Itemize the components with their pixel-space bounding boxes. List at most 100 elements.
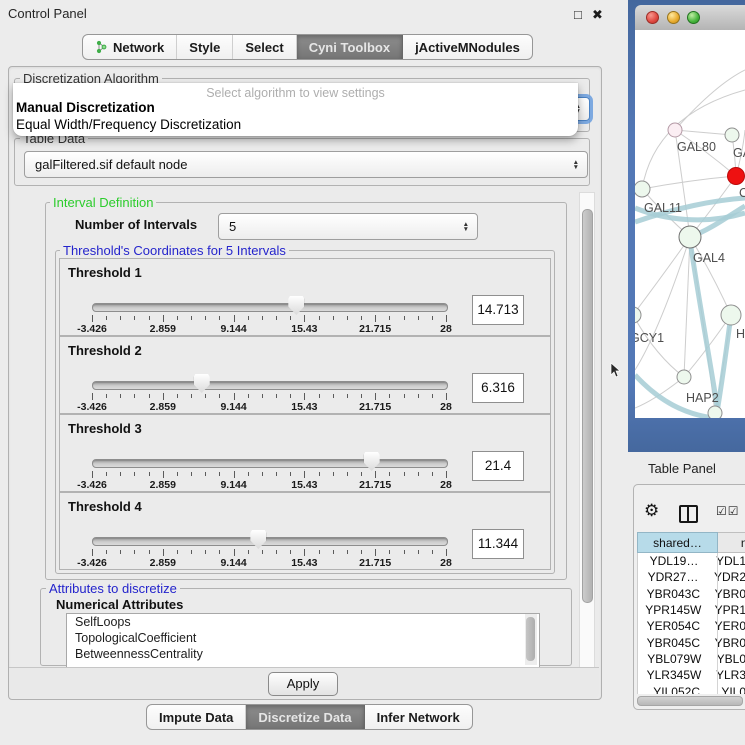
cell-shared-name[interactable]: YIL052C: [638, 685, 715, 694]
threshold-slider-track[interactable]: [92, 381, 448, 390]
network-node[interactable]: [668, 123, 682, 137]
network-edge[interactable]: [675, 70, 745, 130]
axis-tick-label: 21.715: [343, 323, 407, 335]
cell-name[interactable]: YBL0: [711, 652, 745, 666]
network-edge[interactable]: [635, 315, 684, 377]
network-edge[interactable]: [635, 237, 690, 315]
table-horizontal-scrollbar[interactable]: [637, 696, 743, 706]
threshold-slider-track[interactable]: [92, 537, 448, 546]
threshold-slider-thumb[interactable]: [288, 296, 304, 315]
threshold-slider-thumb[interactable]: [364, 452, 380, 471]
network-canvas[interactable]: GAL80GACGAL11GAL4GCY1HHAP2: [635, 30, 745, 418]
attributes-list-scrollbar-thumb[interactable]: [526, 617, 535, 661]
dropdown-option-manual[interactable]: Manual Discretization: [13, 100, 578, 117]
network-node[interactable]: [708, 406, 722, 418]
network-graph[interactable]: GAL80GACGAL11GAL4GCY1HHAP2: [635, 30, 745, 418]
table-row[interactable]: YDR27…YDR2: [638, 569, 745, 585]
tab-label: Cyni Toolbox: [309, 40, 390, 55]
axis-tick-label: -3.426: [60, 401, 124, 413]
tab-style[interactable]: Style: [177, 35, 233, 59]
number-of-intervals-combobox[interactable]: 5 ▲▼: [218, 213, 478, 240]
minimize-window-button[interactable]: [667, 11, 680, 24]
column-header-name[interactable]: na: [718, 532, 745, 553]
numerical-attributes-list[interactable]: SelfLoopsTopologicalCoefficientBetweenne…: [66, 613, 540, 668]
network-edge[interactable]: [635, 237, 690, 370]
checkbox-icons[interactable]: ☑☑: [716, 504, 740, 518]
cell-name[interactable]: YLR3: [710, 668, 745, 682]
cell-name[interactable]: YDL1: [710, 554, 745, 568]
network-edge[interactable]: [675, 130, 732, 135]
network-node[interactable]: [635, 307, 641, 323]
gear-icon[interactable]: ⚙: [644, 501, 659, 521]
threshold-value-field[interactable]: 21.4: [472, 451, 524, 481]
tab-cyni-toolbox[interactable]: Cyni Toolbox: [297, 35, 403, 59]
network-node[interactable]: [728, 168, 745, 185]
network-node-label: HAP2: [686, 391, 719, 405]
tab-network[interactable]: Network: [83, 35, 177, 59]
network-edge[interactable]: [642, 176, 736, 189]
attributes-list-scrollbar[interactable]: [525, 614, 537, 665]
threshold-value-field[interactable]: 6.316: [472, 373, 524, 403]
tab-jactivemnodules[interactable]: jActiveMNodules: [403, 35, 532, 59]
float-panel-icon[interactable]: □: [574, 7, 582, 22]
network-node[interactable]: [677, 370, 691, 384]
cell-shared-name[interactable]: YBR045C: [638, 636, 709, 650]
cell-shared-name[interactable]: YER054C: [638, 619, 709, 633]
zoom-window-button[interactable]: [687, 11, 700, 24]
threshold-slider-thumb[interactable]: [250, 530, 266, 549]
axis-tick-label: 21.715: [343, 479, 407, 491]
cell-shared-name[interactable]: YLR345W: [638, 668, 710, 682]
stepper-icon: ▲▼: [463, 222, 469, 232]
cell-shared-name[interactable]: YDR27…: [638, 570, 708, 584]
threshold-value-field[interactable]: 11.344: [472, 529, 524, 559]
table-row[interactable]: YBL079WYBL0: [638, 651, 745, 667]
network-node[interactable]: [725, 128, 739, 142]
network-edge[interactable]: [684, 237, 690, 377]
panel-scrollbar[interactable]: [579, 192, 595, 668]
table-row[interactable]: YPR145WYPR1: [638, 602, 745, 618]
close-panel-icon[interactable]: ✖: [592, 7, 603, 23]
close-window-button[interactable]: [646, 11, 659, 24]
panel-scrollbar-thumb[interactable]: [582, 209, 593, 603]
tab-select[interactable]: Select: [233, 35, 296, 59]
bottom-tab-impute-data[interactable]: Impute Data: [147, 705, 246, 729]
cell-shared-name[interactable]: YBR043C: [638, 587, 709, 601]
table-row[interactable]: YBR045CYBR0: [638, 634, 745, 650]
table-row[interactable]: YIL052CYIL0: [638, 683, 745, 694]
table-row[interactable]: YLR345WYLR3: [638, 667, 745, 683]
threshold-slider-thumb[interactable]: [194, 374, 210, 393]
cell-name[interactable]: YDR2: [708, 570, 745, 584]
threshold-value-field[interactable]: 14.713: [472, 295, 524, 325]
network-window-titlebar[interactable]: [635, 5, 745, 31]
axis-tick-label: -3.426: [60, 479, 124, 491]
cell-shared-name[interactable]: YBL079W: [638, 652, 711, 666]
cell-name[interactable]: YBR0: [709, 587, 745, 601]
network-node[interactable]: [679, 226, 701, 248]
split-pane-icon[interactable]: [679, 505, 698, 523]
apply-button[interactable]: Apply: [268, 672, 338, 696]
node-table[interactable]: YDL19…YDL1YDR27…YDR2YBR043CYBR0YPR145WYP…: [637, 553, 745, 694]
table-row[interactable]: YDL19…YDL1: [638, 553, 745, 569]
dropdown-option-equal-width[interactable]: Equal Width/Frequency Discretization: [13, 117, 578, 134]
column-header-shared[interactable]: shared…: [637, 532, 718, 553]
cell-name[interactable]: YER0: [709, 619, 745, 633]
table-row[interactable]: YBR043CYBR0: [638, 586, 745, 602]
threshold-label: Threshold 1: [68, 265, 142, 280]
cell-name[interactable]: YBR0: [709, 636, 745, 650]
axis-tick-label: 15.43: [272, 401, 336, 413]
list-item[interactable]: TopologicalCoefficient: [67, 630, 539, 646]
cell-name[interactable]: YPR1: [709, 603, 745, 617]
bottom-tab-infer-network[interactable]: Infer Network: [365, 705, 472, 729]
bottom-tab-discretize-data[interactable]: Discretize Data: [246, 705, 364, 729]
network-node[interactable]: [721, 305, 741, 325]
cell-name[interactable]: YIL0: [715, 685, 745, 694]
list-item[interactable]: BetweennessCentrality: [67, 646, 539, 662]
table-data-combobox[interactable]: galFiltered.sif default node ▲▼: [24, 151, 588, 178]
threshold-slider-track[interactable]: [92, 303, 448, 312]
cell-shared-name[interactable]: YPR145W: [638, 603, 709, 617]
network-node[interactable]: [635, 181, 650, 197]
list-item[interactable]: SelfLoops: [67, 614, 539, 630]
table-row[interactable]: YER054CYER0: [638, 618, 745, 634]
threshold-slider-track[interactable]: [92, 459, 448, 468]
cell-shared-name[interactable]: YDL19…: [638, 554, 710, 568]
